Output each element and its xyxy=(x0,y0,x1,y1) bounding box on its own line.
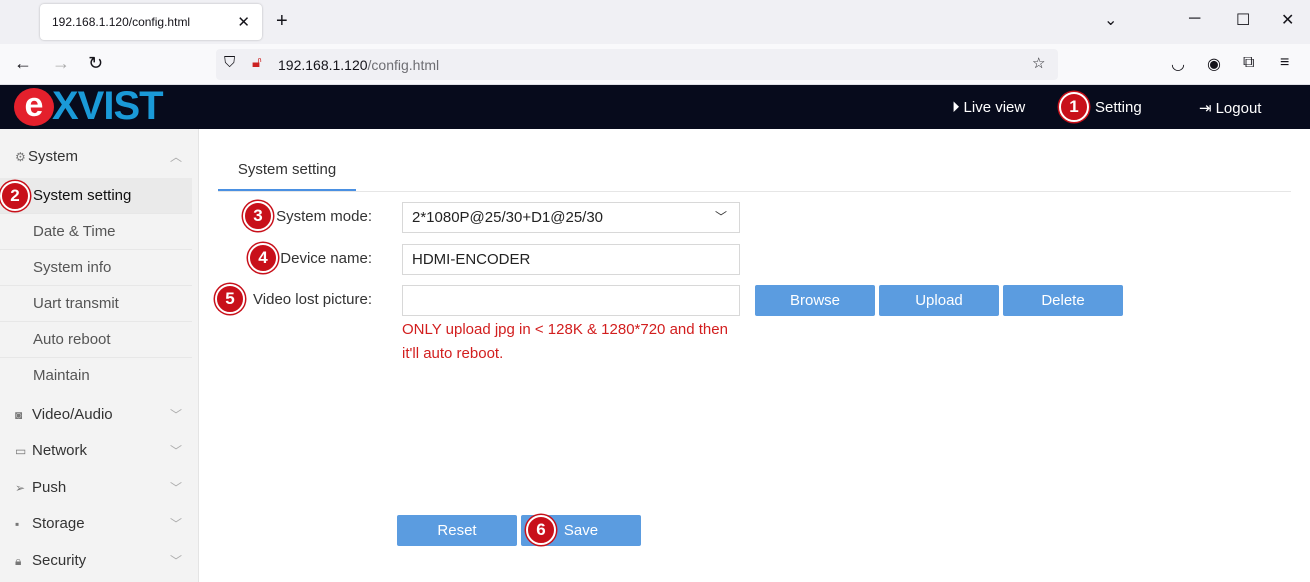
callout-4: 4 xyxy=(248,243,278,273)
sidebar-item-date-time[interactable]: Date & Time xyxy=(0,214,192,250)
sidebar-group-security[interactable]: 🔒︎ Security ﹀ xyxy=(0,543,198,579)
account-icon[interactable]: ◉ xyxy=(1207,54,1221,74)
reload-icon[interactable]: ↻ xyxy=(88,53,103,74)
minimize-icon[interactable]: ─ xyxy=(1189,10,1200,28)
system-mode-select[interactable]: 2*1080P@25/30+D1@25/30 ﹀ xyxy=(402,202,740,233)
chevron-down-icon: ﹀ xyxy=(169,408,182,422)
sidebar-group-video-audio[interactable]: ◙ Video/Audio ﹀ xyxy=(0,397,198,433)
device-name-input[interactable]: HDMI-ENCODER xyxy=(402,244,740,275)
sidebar-item-uart-transmit[interactable]: Uart transmit xyxy=(0,286,192,322)
sidebar-item-maintain[interactable]: Maintain xyxy=(0,358,192,394)
pocket-icon[interactable]: ◡ xyxy=(1171,54,1185,74)
insecure-lock-icon[interactable]: 🔓︎ xyxy=(252,54,262,71)
monitor-icon: ▭ xyxy=(15,444,27,458)
address-bar[interactable]: ⛉ 🔓︎ 192.168.1.120/config.html ☆ xyxy=(216,49,1058,80)
sidebar-group-system[interactable]: ⚙ System ︿ xyxy=(0,139,198,175)
url-text: 192.168.1.120/config.html xyxy=(278,57,440,73)
sidebar-group-storage[interactable]: ▪ Storage ﹀ xyxy=(0,506,198,542)
lock-icon: 🔒︎ xyxy=(15,554,22,568)
tab-title: 192.168.1.120/config.html xyxy=(52,15,191,29)
close-tab-icon[interactable]: ✕ xyxy=(237,13,250,31)
chevron-down-icon: ﹀ xyxy=(169,517,182,531)
camera-icon: ◙ xyxy=(15,408,23,422)
upload-warning: ONLY upload jpg in < 128K & 1280*720 and… xyxy=(402,321,728,362)
callout-2: 2 xyxy=(0,181,30,211)
callout-5: 5 xyxy=(215,284,245,314)
chevron-down-icon: ﹀ xyxy=(169,481,182,495)
extensions-icon[interactable]: ⧉ xyxy=(1243,54,1254,72)
system-mode-label: System mode: xyxy=(276,208,372,225)
setting-link[interactable]: Setting xyxy=(1095,99,1142,116)
browser-tab-bar: 192.168.1.120/config.html ✕ + ⌄ ─ ☐ ✕ xyxy=(0,0,1310,44)
new-tab-icon[interactable]: + xyxy=(276,10,288,33)
disk-icon: ▪ xyxy=(15,517,20,531)
sidebar-item-auto-reboot[interactable]: Auto reboot xyxy=(0,322,192,358)
send-icon: ➢ xyxy=(15,481,26,495)
app-header: e XVIST ⏵ Live view Setting ⇥ Logout xyxy=(0,85,1310,129)
upload-button[interactable]: Upload xyxy=(879,285,999,316)
sidebar-item-system-info[interactable]: System info xyxy=(0,250,192,286)
settings-tab-strip: System setting xyxy=(218,150,1291,192)
shield-icon[interactable]: ⛉ xyxy=(224,54,235,71)
callout-3: 3 xyxy=(243,201,273,231)
forward-icon[interactable]: → xyxy=(52,53,70,74)
reset-button[interactable]: Reset xyxy=(397,515,517,546)
maximize-icon[interactable]: ☐ xyxy=(1236,10,1250,30)
chevron-up-icon: ︿ xyxy=(169,150,182,164)
back-icon[interactable]: ← xyxy=(14,53,32,74)
callout-6: 6 xyxy=(526,515,556,545)
sidebar-group-push[interactable]: ➢ Push ﹀ xyxy=(0,470,198,506)
callout-1: 1 xyxy=(1059,92,1089,122)
bookmark-star-icon[interactable]: ☆ xyxy=(1032,54,1045,72)
close-window-icon[interactable]: ✕ xyxy=(1281,10,1294,30)
device-name-label: Device name: xyxy=(280,250,372,267)
tab-list-chevron-icon[interactable]: ⌄ xyxy=(1104,10,1117,30)
chevron-down-icon: ﹀ xyxy=(714,210,727,224)
video-lost-picture-input[interactable] xyxy=(402,285,740,316)
chevron-down-icon: ﹀ xyxy=(169,444,182,458)
play-circle-icon: ⏵ xyxy=(952,99,960,116)
chevron-down-icon: ﹀ xyxy=(169,554,182,568)
gear-icon: ⚙ xyxy=(15,150,26,164)
browse-button[interactable]: Browse xyxy=(755,285,875,316)
logout-icon: ⇥ xyxy=(1199,100,1212,117)
sidebar-group-network[interactable]: ▭ Network ﹀ xyxy=(0,433,198,469)
browser-tab[interactable]: 192.168.1.120/config.html ✕ xyxy=(40,4,262,40)
menu-icon[interactable]: ≡ xyxy=(1280,54,1289,72)
live-view-link[interactable]: ⏵ Live view xyxy=(952,99,1025,116)
tab-system-setting[interactable]: System setting xyxy=(218,150,356,191)
delete-button[interactable]: Delete xyxy=(1003,285,1123,316)
logout-link[interactable]: ⇥ Logout xyxy=(1199,99,1261,117)
